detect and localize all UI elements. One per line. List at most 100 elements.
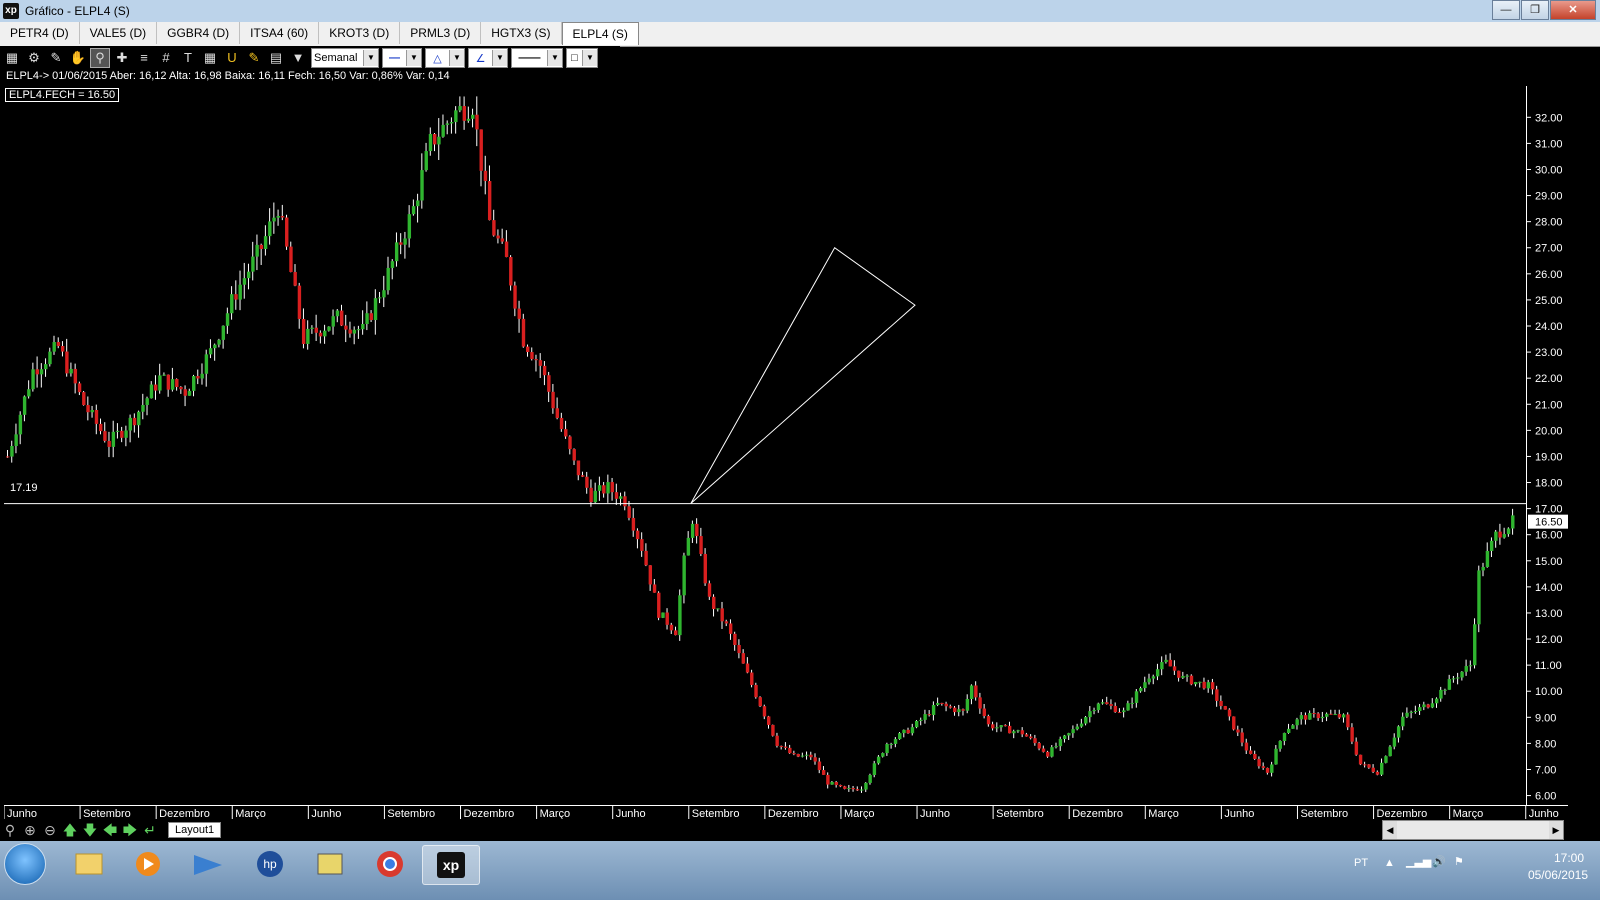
tab-petr4-d[interactable]: PETR4 (D) bbox=[0, 22, 80, 44]
candle-up bbox=[1320, 716, 1325, 719]
explorer-taskbar-icon[interactable] bbox=[60, 845, 116, 883]
candle-down bbox=[538, 360, 543, 366]
signal-icon[interactable]: ▁▃▅ bbox=[1406, 855, 1431, 868]
candle-down bbox=[1113, 705, 1118, 713]
clock-date[interactable]: 05/06/2015 bbox=[1528, 868, 1588, 882]
candle-down bbox=[500, 238, 505, 242]
tab-krot3-d[interactable]: KROT3 (D) bbox=[319, 22, 401, 44]
volume-icon[interactable]: 🔊 bbox=[1432, 855, 1446, 868]
candle-up bbox=[1071, 729, 1075, 734]
period-select[interactable]: Semanal ▼ bbox=[311, 48, 379, 68]
candle-down bbox=[982, 708, 987, 717]
scroll-right-button[interactable]: ▶ bbox=[1549, 821, 1563, 839]
y-tick-label: 12.00 bbox=[1535, 634, 1563, 646]
candle-up bbox=[1130, 702, 1134, 704]
close-button[interactable]: ✕ bbox=[1550, 0, 1596, 20]
color-select[interactable]: □ ▼ bbox=[566, 48, 598, 68]
candle-up bbox=[27, 389, 31, 397]
return-icon[interactable]: ↵ bbox=[140, 821, 160, 839]
candle-up bbox=[1075, 726, 1080, 730]
candle-down bbox=[534, 359, 538, 361]
horizontal-scrollbar[interactable]: ◀ ▶ bbox=[1382, 820, 1564, 840]
crosshair-icon[interactable]: ✚ bbox=[112, 48, 132, 68]
line-width-select[interactable]: —— ▼ bbox=[511, 48, 563, 68]
flag-icon[interactable]: ⚑ bbox=[1454, 855, 1464, 868]
hp-taskbar-icon[interactable]: hp bbox=[242, 845, 298, 883]
candle-up bbox=[1126, 703, 1130, 711]
candle-up bbox=[593, 490, 598, 503]
candle-up bbox=[800, 755, 805, 757]
zoom-in-icon[interactable]: ⊕ bbox=[20, 821, 40, 839]
candle-down bbox=[602, 485, 606, 494]
arrow-right-icon[interactable]: 🡆 bbox=[120, 821, 140, 839]
show-hidden-icons-icon[interactable]: ▲ bbox=[1384, 857, 1395, 869]
y-tick-label: 22.00 bbox=[1535, 373, 1563, 385]
tab-itsa4-60[interactable]: ITSA4 (60) bbox=[240, 22, 320, 44]
candle-up bbox=[1054, 746, 1058, 748]
candle-down bbox=[855, 789, 860, 791]
grid-icon[interactable]: # bbox=[156, 48, 176, 68]
magnet-icon[interactable]: U bbox=[222, 48, 242, 68]
line-style-select[interactable]: — ▼ bbox=[382, 48, 422, 68]
arrow-up-icon[interactable]: 🡅 bbox=[60, 821, 80, 839]
arrow-down-icon[interactable]: 🡇 bbox=[80, 821, 100, 839]
layout-tab[interactable]: Layout1 bbox=[168, 822, 222, 838]
candle-up bbox=[1485, 550, 1490, 567]
candle-up bbox=[1430, 703, 1435, 708]
candle-up bbox=[1206, 682, 1211, 689]
candle-down bbox=[737, 645, 741, 654]
language-indicator[interactable]: PT bbox=[1354, 857, 1368, 869]
candle-down bbox=[107, 440, 111, 447]
candle-down bbox=[132, 417, 137, 426]
triangle-tool-select[interactable]: △ ▼ bbox=[425, 48, 465, 68]
app-taskbar-icon[interactable] bbox=[302, 845, 358, 883]
network-taskbar-icon[interactable] bbox=[180, 845, 236, 883]
minimize-button[interactable]: — bbox=[1492, 0, 1520, 20]
candle-up bbox=[466, 118, 471, 121]
candle-up bbox=[208, 348, 213, 355]
tab-vale5-d[interactable]: VALE5 (D) bbox=[80, 22, 158, 44]
arrow-left-icon[interactable]: 🡄 bbox=[100, 821, 120, 839]
fib-icon[interactable]: ≡ bbox=[134, 48, 154, 68]
tab-ggbr4-d[interactable]: GGBR4 (D) bbox=[157, 22, 241, 44]
calculator-icon[interactable]: ▦ bbox=[200, 48, 220, 68]
candle-down bbox=[530, 352, 534, 360]
y-tick-label: 14.00 bbox=[1535, 582, 1563, 594]
chart-icon[interactable]: ▦ bbox=[2, 48, 22, 68]
tab-hgtx3-s[interactable]: HGTX3 (S) bbox=[481, 22, 562, 44]
candle-down bbox=[526, 346, 530, 353]
xp-taskbar-icon[interactable]: xp bbox=[422, 845, 480, 885]
candle-down bbox=[1375, 771, 1380, 775]
gear-icon[interactable]: ⚙ bbox=[24, 48, 44, 68]
scroll-left-button[interactable]: ◀ bbox=[1383, 821, 1397, 839]
windows-start-icon[interactable] bbox=[4, 843, 46, 885]
candle-down bbox=[783, 746, 788, 748]
triangle-annotation[interactable] bbox=[690, 247, 916, 504]
tab-elpl4-s[interactable]: ELPL4 (S) bbox=[561, 22, 639, 45]
zoom-out-icon[interactable]: ⊖ bbox=[40, 821, 60, 839]
zoom-cursor-icon[interactable]: ⚲ bbox=[90, 48, 110, 68]
candle-up bbox=[141, 404, 145, 412]
candle-down bbox=[627, 506, 631, 518]
tab-prml3-d[interactable]: PRML3 (D) bbox=[400, 22, 482, 44]
candle-up bbox=[52, 342, 56, 352]
maximize-button[interactable]: ❐ bbox=[1521, 0, 1549, 20]
line-width-icon: —— bbox=[518, 52, 541, 64]
fan-tool-select[interactable]: ∠ ▼ bbox=[468, 48, 508, 68]
clipboard-icon[interactable]: ▤ bbox=[266, 48, 286, 68]
candle-up bbox=[145, 398, 149, 405]
clock-time[interactable]: 17:00 bbox=[1554, 851, 1584, 865]
media-player-taskbar-icon[interactable] bbox=[120, 845, 176, 883]
hand-icon[interactable]: ✋ bbox=[68, 48, 88, 68]
brush-icon[interactable]: ✎ bbox=[244, 48, 264, 68]
candle-up bbox=[1012, 731, 1016, 734]
chrome-taskbar-icon[interactable] bbox=[362, 845, 418, 883]
candle-down bbox=[293, 271, 297, 286]
zoom-icon[interactable]: ⚲ bbox=[0, 821, 20, 839]
text-icon[interactable]: T bbox=[178, 48, 198, 68]
price-chart[interactable] bbox=[4, 86, 1526, 806]
candle-down bbox=[733, 633, 737, 646]
pencil-icon[interactable]: ✎ bbox=[46, 48, 66, 68]
filter-icon[interactable]: ▼ bbox=[288, 48, 308, 68]
candle-down bbox=[1354, 741, 1359, 755]
